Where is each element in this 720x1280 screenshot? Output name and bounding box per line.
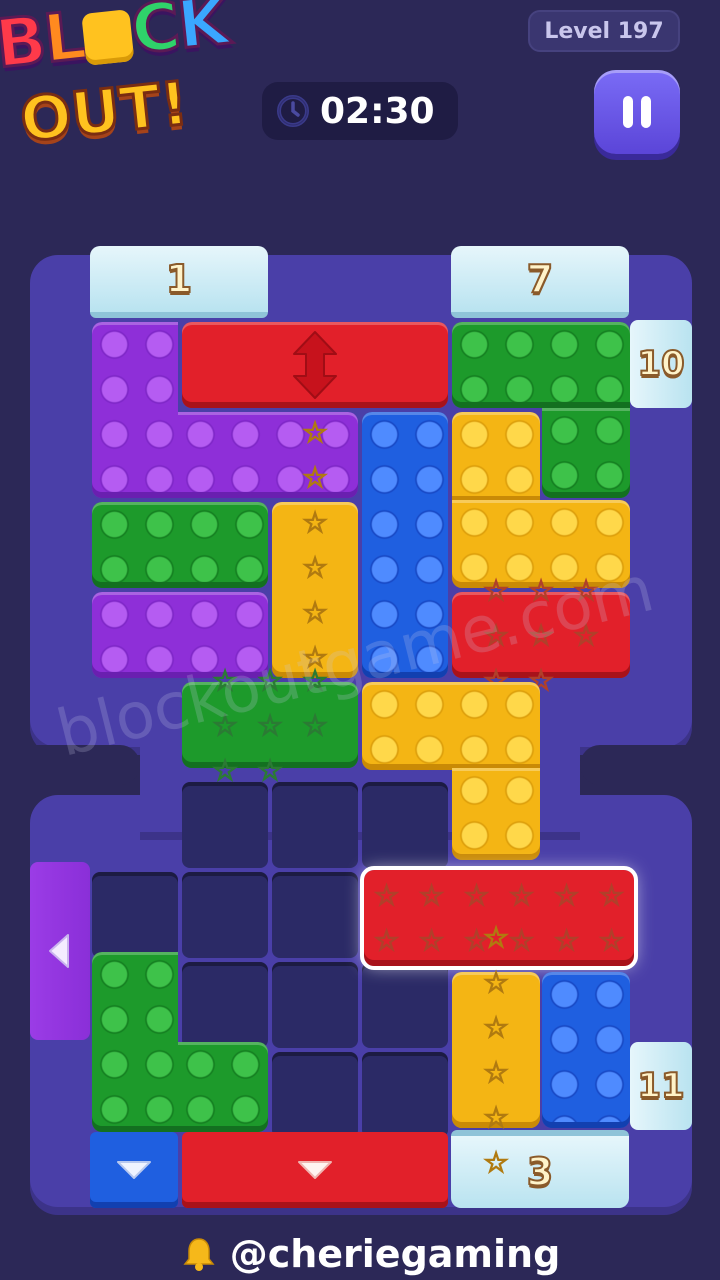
star-icon: ☆ [302,460,329,495]
star-icon: ☆ [483,1010,510,1045]
star-icon: ☆ [302,595,329,630]
yellow-block[interactable] [452,768,540,860]
star-icon: ☆ [598,878,625,913]
star-icon: ☆ [373,878,400,913]
star-icon: ☆ [302,415,329,450]
door-count: 10 [636,343,685,385]
timer-value: 02:30 [320,90,435,132]
creator-credit: @cheriegaming [130,1228,610,1280]
exit-door-7: 7 [451,246,629,318]
star-icon: ☆ [483,1100,510,1135]
empty-cell [272,872,358,958]
exit-door-bottom-blue [90,1132,178,1208]
exit-door-bottom-red [182,1132,448,1208]
arrow-down-icon [117,1161,151,1179]
empty-cell [92,872,178,958]
star-icon: ☆ [463,878,490,913]
exit-door-left [30,862,90,1040]
star-icon: ☆ [257,753,284,788]
arrow-down-icon [298,1161,332,1179]
arrow-left-icon [49,934,69,968]
exit-door-10: 10 [630,320,692,408]
door-count: 1 [165,256,193,302]
purple-block[interactable] [92,322,178,498]
star-icon: ☆ [418,923,445,958]
arrow-up-down-icon [293,331,337,399]
empty-cell [182,872,268,958]
star-icon: ☆ [302,550,329,585]
green-block[interactable] [92,952,178,1132]
door-count: 7 [526,256,554,302]
empty-cell [362,962,448,1048]
green-block[interactable] [92,502,268,588]
yellow-block[interactable] [452,412,540,502]
star-icon: ☆ [483,1055,510,1090]
star-icon: ☆ [508,878,535,913]
bell-icon [183,1238,215,1271]
green-block[interactable] [452,322,630,408]
blue-block[interactable] [542,972,630,1128]
star-icon: ☆ [212,753,239,788]
star-icon: ☆ [598,923,625,958]
pause-button[interactable] [594,70,680,154]
empty-cell [272,1052,358,1138]
empty-cell [362,782,448,868]
star-icon: ☆ [553,923,580,958]
green-block[interactable] [542,408,630,498]
empty-cell [182,782,268,868]
red-block-movable[interactable] [182,322,448,408]
star-icon: ☆ [483,920,510,955]
empty-cell [272,782,358,868]
star-icon: ☆ [373,923,400,958]
level-indicator: Level 197 [528,10,680,52]
star-icon: ☆ [302,505,329,540]
creator-handle: @cheriegaming [229,1232,561,1276]
board-notch-right [580,745,692,785]
door-count: 11 [636,1065,685,1107]
door-count: 3 [526,1149,554,1195]
clock-icon [277,95,309,127]
pause-icon [623,96,651,128]
star-icon: ☆ [483,1145,510,1180]
empty-cell [362,1052,448,1138]
empty-cell [182,962,268,1048]
star-icon: ☆ [553,878,580,913]
timer: 02:30 [262,82,458,140]
star-icon: ☆ [418,878,445,913]
exit-door-11: 11 [630,1042,692,1130]
yellow-block[interactable] [362,682,540,770]
yellow-star-block[interactable]: ☆ ☆ ☆ ☆ ☆ ☆ [452,920,540,1180]
game-logo: BL CK OUT! [0,0,270,157]
star-icon: ☆ [483,965,510,1000]
green-block[interactable] [178,1042,268,1132]
empty-cell [272,962,358,1048]
exit-door-1: 1 [90,246,268,318]
